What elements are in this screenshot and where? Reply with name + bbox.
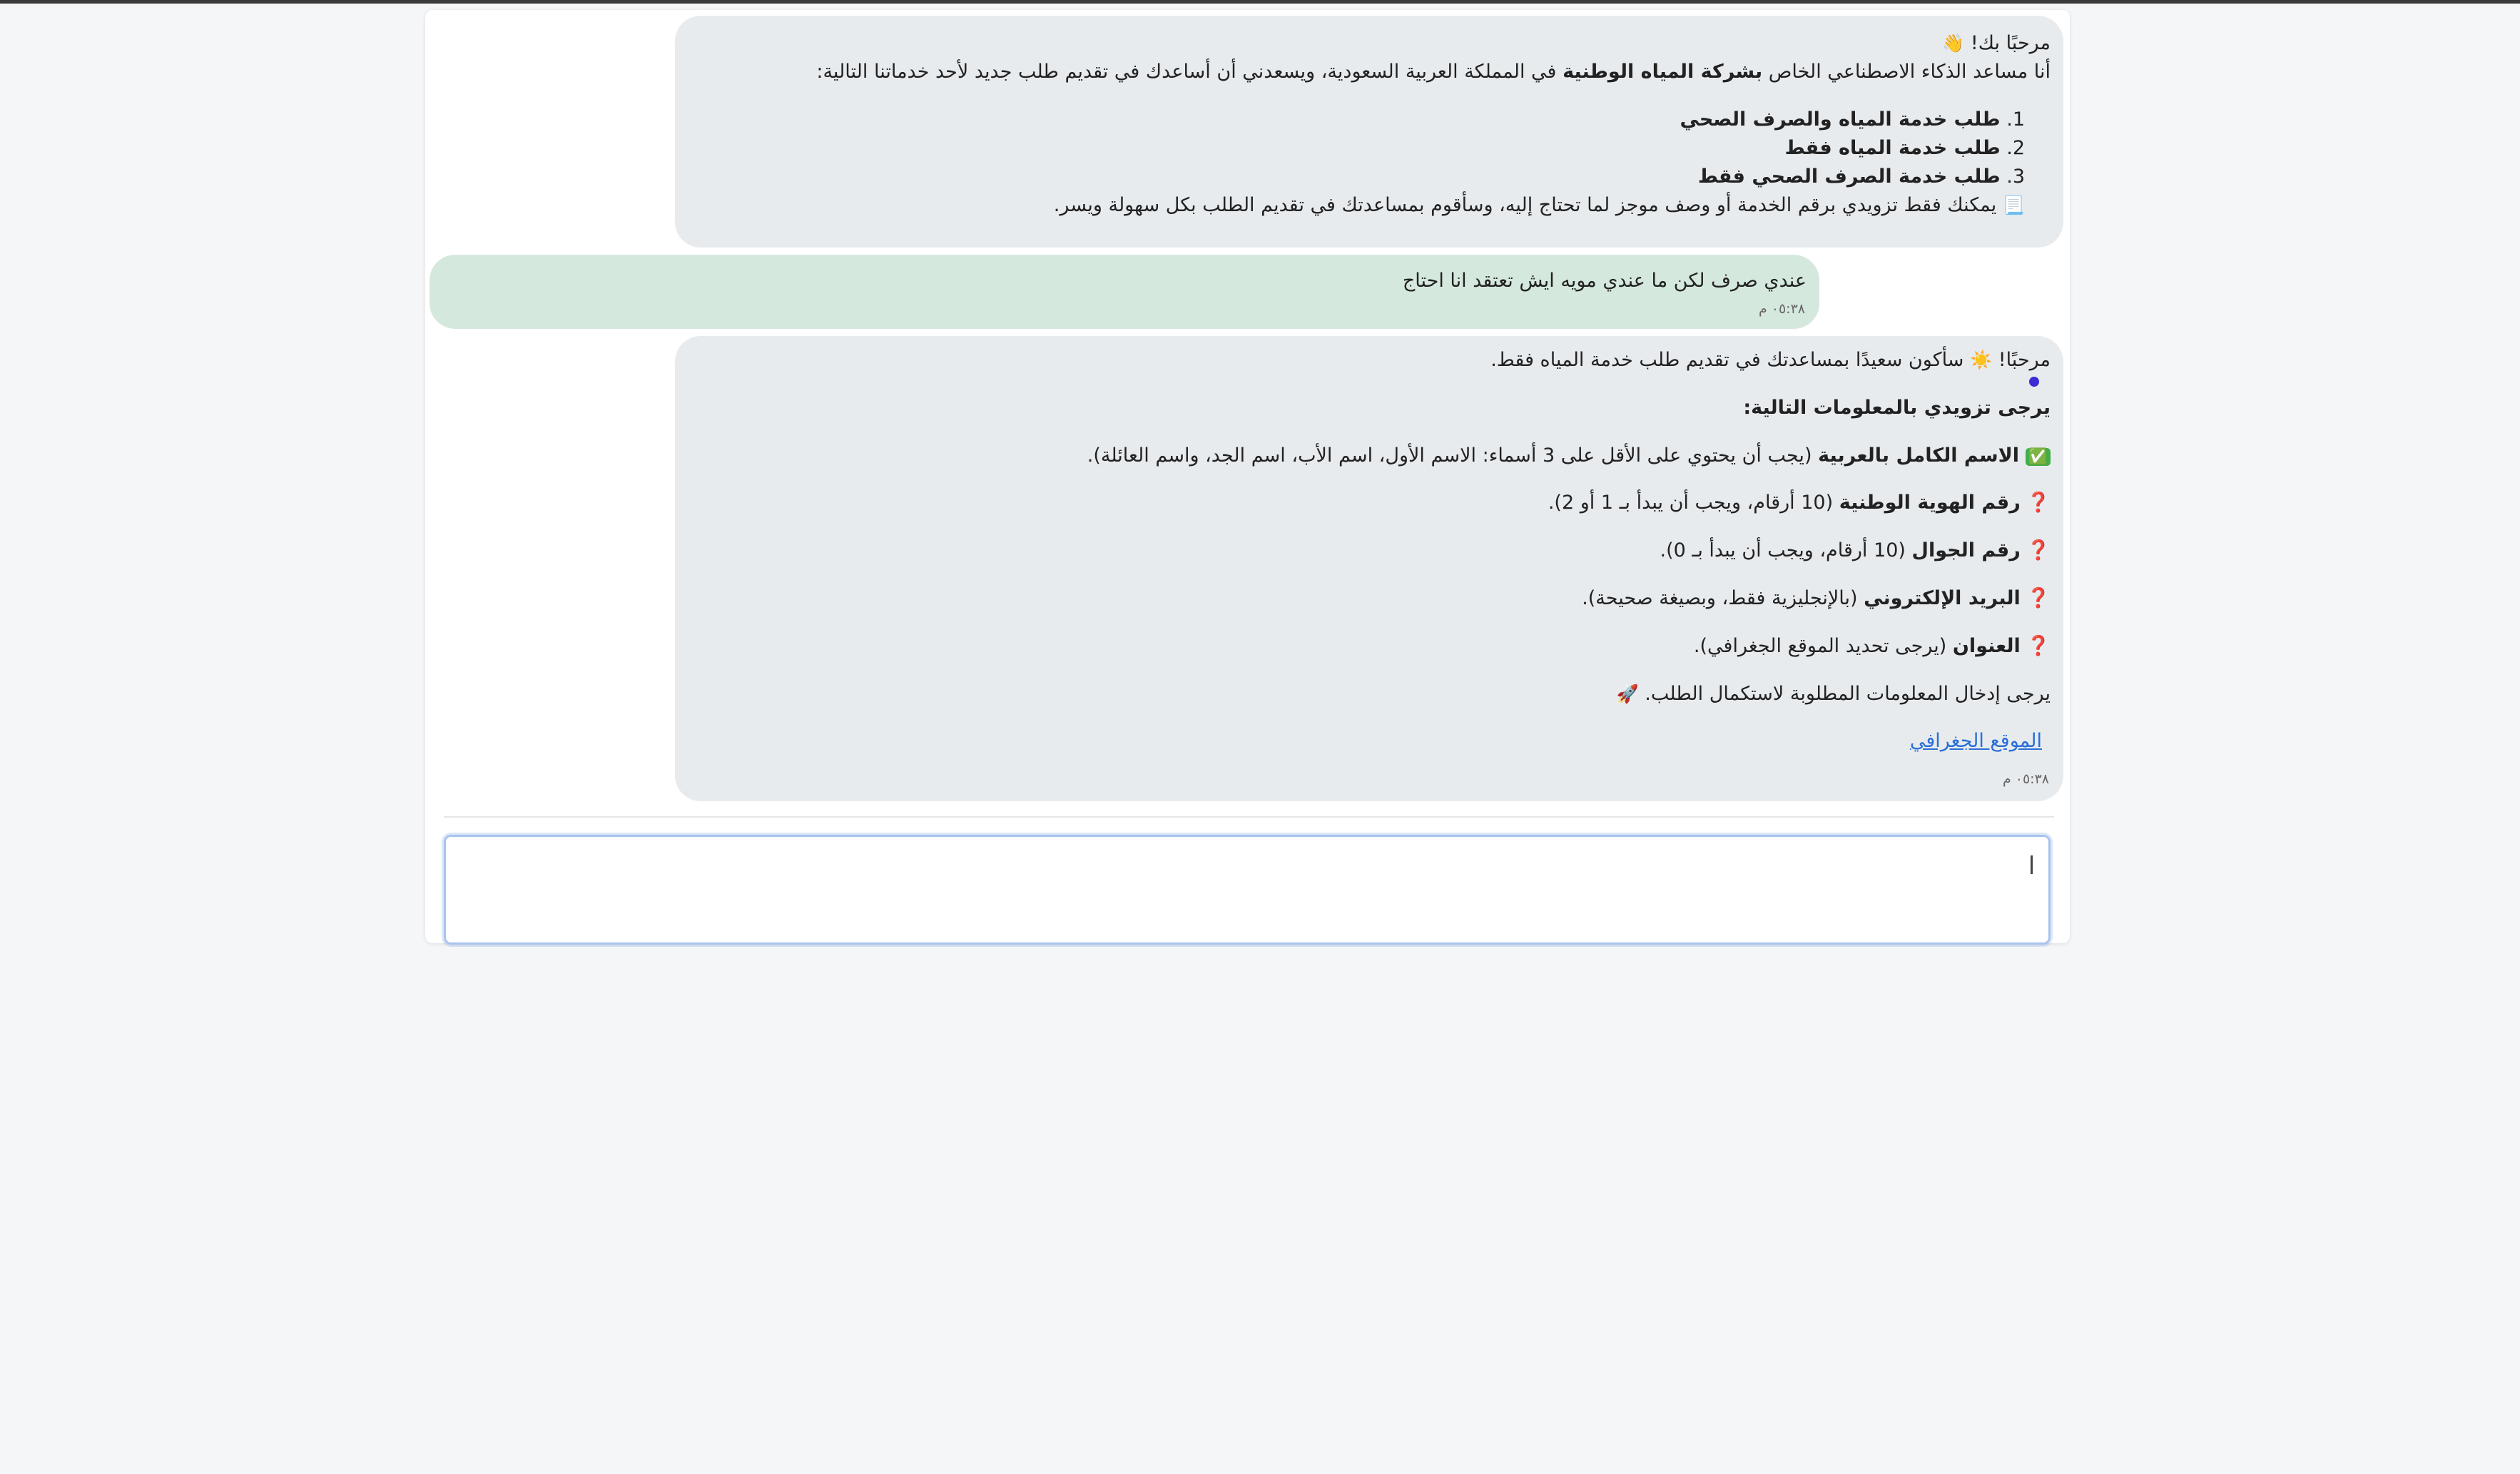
service-number-3: 3. bbox=[2006, 166, 2025, 188]
field-hint-address: (يرجى تحديد الموقع الجغرافي). bbox=[1693, 635, 1947, 657]
location-link[interactable]: الموقع الجغرافي bbox=[1910, 727, 2042, 756]
welcome-intro-suffix: في المملكة العربية السعودية، ويسعدني أن … bbox=[816, 61, 1557, 83]
welcome-note: يمكنك فقط تزويدي برقم الخدمة أو وصف موجز… bbox=[1053, 194, 1997, 216]
field-hint-mobile: (10 أرقام، ويجب أن يبدأ بـ 0). bbox=[1660, 539, 1906, 561]
service-label-3: طلب خدمة الصرف الصحي فقط bbox=[1697, 166, 2001, 188]
input-divider bbox=[444, 816, 2054, 818]
question-icon: ❓ bbox=[2026, 539, 2051, 561]
welcome-greeting: مرحبًا بك! bbox=[1970, 32, 2051, 54]
reply-greeting-line: مرحبًا! ☀️ سأكون سعيدًا بمساعدتك في تقدي… bbox=[1490, 346, 2051, 375]
field-hint-national-id: (10 أرقام، ويجب أن يبدأ بـ 1 أو 2). bbox=[1548, 492, 1834, 514]
field-hint-full-name: (يجب أن يحتوي على الأقل على 3 أسماء: الا… bbox=[1087, 444, 1812, 467]
field-label-mobile: رقم الجوال bbox=[1911, 539, 2021, 561]
welcome-note-line: 📃 يمكنك فقط تزويدي برقم الخدمة أو وصف مو… bbox=[1054, 191, 2025, 220]
service-label-2: طلب خدمة المياه فقط bbox=[1784, 137, 2001, 159]
welcome-intro-line: أنا مساعد الذكاء الاصطناعي الخاص بشركة ا… bbox=[816, 58, 2051, 86]
field-full-name: ✅ الاسم الكامل بالعربية (يجب أن يحتوي عل… bbox=[1087, 442, 2051, 472]
cursor-dot bbox=[2029, 377, 2039, 387]
reply-closing: يرجى إدخال المعلومات المطلوبة لاستكمال ا… bbox=[1645, 683, 2051, 705]
service-label-1: طلب خدمة المياه والصرف الصحي bbox=[1680, 108, 2001, 131]
sun-icon: ☀️ bbox=[1970, 350, 1993, 370]
user-message: عندي صرف لكن ما عندي مويه ايش تعتقد انا … bbox=[430, 255, 1819, 329]
wave-hand-icon: 👋 bbox=[1942, 33, 1965, 54]
service-item-1: 1. طلب خدمة المياه والصرف الصحي bbox=[1680, 106, 2025, 134]
browser-top-border bbox=[0, 0, 2520, 4]
field-email: ❓ البريد الإلكتروني (بالإنجليزية فقط، وب… bbox=[1582, 584, 2051, 613]
question-icon: ❓ bbox=[2026, 587, 2051, 609]
chat-container: مرحبًا بك! 👋 أنا مساعد الذكاء الاصطناعي … bbox=[425, 10, 2070, 945]
field-national-id: ❓ رقم الهوية الوطنية (10 أرقام، ويجب أن … bbox=[1548, 489, 2051, 517]
welcome-greeting-line: مرحبًا بك! 👋 bbox=[1942, 29, 2051, 58]
reply-greeting: مرحبًا! bbox=[1998, 349, 2051, 371]
welcome-intro-prefix: أنا مساعد الذكاء الاصطناعي الخاص bbox=[1768, 61, 2051, 83]
reply-closing-line: يرجى إدخال المعلومات المطلوبة لاستكمال ا… bbox=[1617, 680, 2051, 708]
user-message-text: عندي صرف لكن ما عندي مويه ايش تعتقد انا … bbox=[1402, 270, 1807, 292]
service-number-1: 1. bbox=[2006, 108, 2025, 131]
message-input[interactable] bbox=[444, 835, 2051, 945]
field-label-national-id: رقم الهوية الوطنية bbox=[1839, 492, 2021, 514]
field-hint-email: (بالإنجليزية فقط، وبصيغة صحيحة). bbox=[1582, 587, 1858, 609]
bot-message-welcome: مرحبًا بك! 👋 أنا مساعد الذكاء الاصطناعي … bbox=[675, 16, 2063, 248]
reply-message-time: ٠٥:٣٨ م bbox=[2002, 771, 2049, 787]
service-item-3: 3. طلب خدمة الصرف الصحي فقط bbox=[1698, 163, 2025, 191]
rocket-icon: 🚀 bbox=[1616, 683, 1639, 704]
question-icon: ❓ bbox=[2026, 635, 2051, 657]
field-label-full-name: الاسم الكامل بالعربية bbox=[1818, 444, 2019, 467]
company-name: بشركة المياه الوطنية bbox=[1563, 61, 1763, 83]
reply-greeting-rest: سأكون سعيدًا بمساعدتك في تقديم طلب خدمة … bbox=[1490, 349, 1964, 371]
service-item-2: 2. طلب خدمة المياه فقط bbox=[1785, 134, 2025, 163]
bot-message-reply: مرحبًا! ☀️ سأكون سعيدًا بمساعدتك في تقدي… bbox=[675, 336, 2063, 801]
check-icon: ✅ bbox=[2025, 448, 2051, 466]
field-label-address: العنوان bbox=[1952, 635, 2021, 657]
field-address: ❓ العنوان (يرجى تحديد الموقع الجغرافي). bbox=[1694, 632, 2051, 661]
field-mobile: ❓ رقم الجوال (10 أرقام، ويجب أن يبدأ بـ … bbox=[1660, 537, 2051, 565]
question-icon: ❓ bbox=[2026, 492, 2051, 514]
field-label-email: البريد الإلكتروني bbox=[1864, 587, 2021, 609]
request-heading: يرجى تزويدي بالمعلومات التالية: bbox=[1743, 397, 2051, 419]
document-icon: 📃 bbox=[2002, 195, 2025, 215]
service-number-2: 2. bbox=[2006, 137, 2025, 159]
user-message-time: ٠٥:٣٨ م bbox=[1758, 301, 1805, 317]
text-caret bbox=[2031, 855, 2033, 874]
